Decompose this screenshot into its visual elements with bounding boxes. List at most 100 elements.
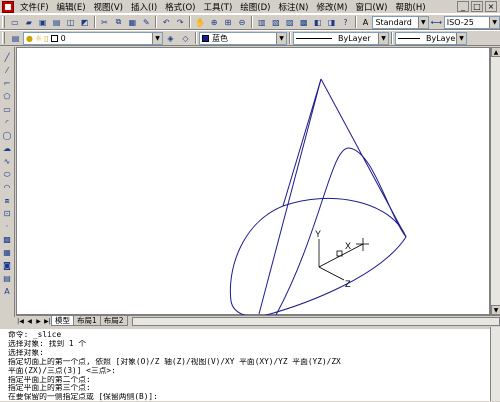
save-icon[interactable]: ▣: [37, 16, 49, 29]
spline-icon[interactable]: ∿: [1, 156, 13, 167]
calculator-icon[interactable]: ◨: [326, 16, 338, 29]
line-icon[interactable]: ╱: [1, 52, 13, 63]
chevron-down-icon[interactable]: ▼: [489, 16, 500, 28]
multiline-text-icon[interactable]: A: [1, 286, 13, 297]
region-icon[interactable]: ◙: [1, 260, 13, 271]
arc-icon[interactable]: ◜: [1, 117, 13, 128]
rectangle-icon[interactable]: ▭: [1, 104, 13, 115]
copy-icon[interactable]: ⧉: [112, 16, 124, 29]
ucs-z-axis: [318, 266, 345, 281]
markup-icon[interactable]: ◧: [312, 16, 324, 29]
menu-help[interactable]: 帮助(H): [392, 1, 430, 13]
separator: [289, 32, 291, 44]
polyline-icon[interactable]: ⌐: [1, 78, 13, 89]
chevron-down-icon[interactable]: ▼: [276, 32, 286, 44]
chevron-down-icon[interactable]: ▼: [152, 32, 162, 44]
menu-file[interactable]: 文件(F): [16, 1, 53, 13]
publish-icon[interactable]: ◩: [79, 16, 91, 29]
ellipse-icon[interactable]: ⬭: [1, 169, 13, 180]
command-window-scrollbar[interactable]: [490, 327, 500, 401]
properties-icon[interactable]: ▥: [256, 16, 268, 29]
lightbulb-icon: ●: [26, 33, 33, 43]
make-current-layer-icon[interactable]: ◈: [164, 32, 177, 45]
layer-name: 0: [60, 33, 66, 43]
layers-toolbar: ▤ ● ☼ ▯ 0 ▼ ◈ ◇ 蓝色 ▼ ByLayer ▼ ByLayer ▼: [0, 30, 500, 46]
paste-icon[interactable]: ▦: [126, 16, 138, 29]
menu-insert[interactable]: 插入(I): [127, 1, 161, 13]
chevron-down-icon[interactable]: ▼: [378, 32, 388, 44]
previous-tab-icon[interactable]: ◀: [25, 317, 34, 326]
color-select[interactable]: 蓝色 ▼: [199, 31, 287, 45]
restore-button[interactable]: □: [471, 1, 483, 12]
gradient-icon[interactable]: ▦: [1, 247, 13, 258]
open-folder-icon[interactable]: ▰: [23, 16, 35, 29]
tab-model[interactable]: 模型: [51, 316, 74, 326]
sheet-set-icon[interactable]: ▩: [298, 16, 310, 29]
close-button[interactable]: ×: [485, 1, 497, 12]
point-icon[interactable]: ·: [1, 221, 13, 232]
new-file-icon[interactable]: ▭: [9, 16, 21, 29]
scroll-down-icon[interactable]: ▼: [491, 305, 500, 315]
design-center-icon[interactable]: ▧: [270, 16, 282, 29]
draw-toolbar: ╱ ⁄ ⌐ ⬠ ▭ ◜ ◯ ☁ ∿ ⬭ ◠ ⧈ ⊡ · ▩ ▦ ◙ ▤ A: [0, 47, 15, 317]
layer-manager-icon[interactable]: ▤: [9, 32, 22, 45]
construction-line-icon[interactable]: ⁄: [1, 65, 13, 76]
drawing-canvas[interactable]: Y X Z: [16, 47, 490, 318]
dim-style-select[interactable]: ISO-25 ▼: [443, 15, 500, 29]
command-window[interactable]: 命令: _slice 选择对象: 找到 1 个 选择对象: 指定切面上的第一个点…: [0, 327, 500, 401]
color-value: 蓝色: [212, 33, 228, 43]
print-preview-icon[interactable]: ◫: [65, 16, 77, 29]
zoom-previous-icon[interactable]: ⊖: [236, 16, 248, 29]
polygon-icon[interactable]: ⬠: [1, 91, 13, 102]
menu-edit[interactable]: 编辑(E): [53, 1, 90, 13]
text-style-select[interactable]: Standard ▼: [372, 15, 429, 29]
tab-layout2[interactable]: 布局2: [99, 316, 128, 326]
pan-icon[interactable]: ✋: [194, 16, 206, 29]
chevron-down-icon[interactable]: ▼: [456, 32, 466, 44]
chevron-down-icon[interactable]: ▼: [417, 16, 428, 28]
tab-layout1[interactable]: 布局1: [73, 316, 101, 326]
toolbar-grip[interactable]: [2, 16, 5, 28]
revision-cloud-icon[interactable]: ☁: [1, 143, 13, 154]
cone-edge-left: [282, 78, 322, 207]
menu-view[interactable]: 视图(V): [90, 1, 127, 13]
circle-icon[interactable]: ◯: [1, 130, 13, 141]
app-icon[interactable]: [2, 0, 14, 13]
standard-toolbar: ▭ ▰ ▣ ▤ ◫ ◩ ✂ ⧉ ▦ ✎ ↶ ↷ ✋ ⊕ ⊞ ⊖ ▥ ▧ ▨ ▩ …: [0, 14, 500, 30]
redo-icon[interactable]: ↷: [174, 16, 186, 29]
zoom-realtime-icon[interactable]: ⊕: [208, 16, 220, 29]
canvas-horizontal-scrollbar[interactable]: [131, 316, 500, 326]
help-icon[interactable]: ?: [340, 16, 352, 29]
match-properties-icon[interactable]: ✎: [140, 16, 152, 29]
layer-previous-icon[interactable]: ◇: [179, 32, 192, 45]
menu-format[interactable]: 格式(O): [161, 1, 199, 13]
menu-modify[interactable]: 修改(M): [312, 1, 351, 13]
toolbar-grip[interactable]: [2, 32, 5, 44]
linetype-select[interactable]: ByLayer ▼: [293, 31, 389, 45]
drawing-svg: Y X Z: [229, 78, 407, 318]
tool-palettes-icon[interactable]: ▨: [284, 16, 296, 29]
next-tab-icon[interactable]: ▶: [34, 317, 43, 326]
scroll-up-icon[interactable]: ▲: [491, 47, 500, 57]
insert-block-icon[interactable]: ⧈: [1, 195, 13, 206]
table-icon[interactable]: ▤: [1, 273, 13, 284]
ellipse-arc-icon[interactable]: ◠: [1, 182, 13, 193]
menu-dimension[interactable]: 标注(N): [274, 1, 312, 13]
cut-icon[interactable]: ✂: [99, 16, 111, 29]
cone-base-ellipse-edge: [229, 197, 407, 318]
layer-select[interactable]: ● ☼ ▯ 0 ▼: [23, 31, 163, 45]
menu-window[interactable]: 窗口(W): [351, 1, 391, 13]
undo-icon[interactable]: ↶: [160, 16, 172, 29]
command-history-line: 选择对象:: [8, 348, 44, 357]
hatch-icon[interactable]: ▩: [1, 234, 13, 245]
make-block-icon[interactable]: ⊡: [1, 208, 13, 219]
menu-draw[interactable]: 绘图(D): [236, 1, 274, 13]
minimize-button[interactable]: _: [457, 1, 469, 12]
menu-tools[interactable]: 工具(T): [199, 1, 236, 13]
first-tab-icon[interactable]: |◀: [16, 317, 25, 326]
lineweight-select[interactable]: ByLayer ▼: [395, 31, 467, 45]
zoom-window-icon[interactable]: ⊞: [222, 16, 234, 29]
print-icon[interactable]: ▤: [51, 16, 63, 29]
text-style-value: Standard: [375, 17, 412, 27]
canvas-vertical-scrollbar[interactable]: ▲ ▼: [490, 47, 500, 315]
